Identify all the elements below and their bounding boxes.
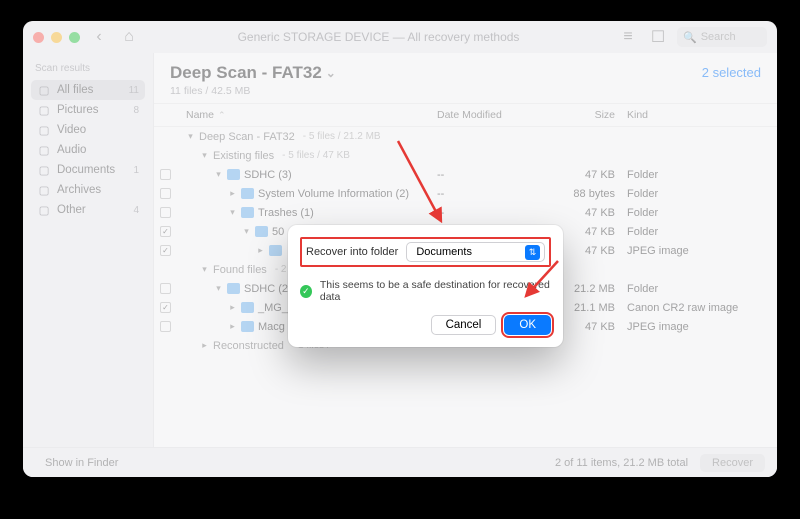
updown-icon: ⇅ [525, 245, 540, 260]
destination-value: Documents [416, 246, 472, 258]
destination-label: Recover into folder [306, 246, 398, 258]
safe-destination-text: This seems to be a safe destination for … [320, 279, 551, 303]
app-window: ‹ ⌂ Generic STORAGE DEVICE — All recover… [23, 21, 777, 477]
cancel-button[interactable]: Cancel [431, 315, 497, 335]
recover-dialog: Recover into folder Documents ⇅ ✓ This s… [288, 225, 563, 347]
safe-destination-row: ✓ This seems to be a safe destination fo… [300, 279, 551, 303]
destination-picker[interactable]: Documents ⇅ [406, 242, 545, 262]
ok-button[interactable]: OK [504, 315, 551, 335]
destination-row: Recover into folder Documents ⇅ [300, 237, 551, 267]
checkmark-icon: ✓ [300, 285, 312, 298]
